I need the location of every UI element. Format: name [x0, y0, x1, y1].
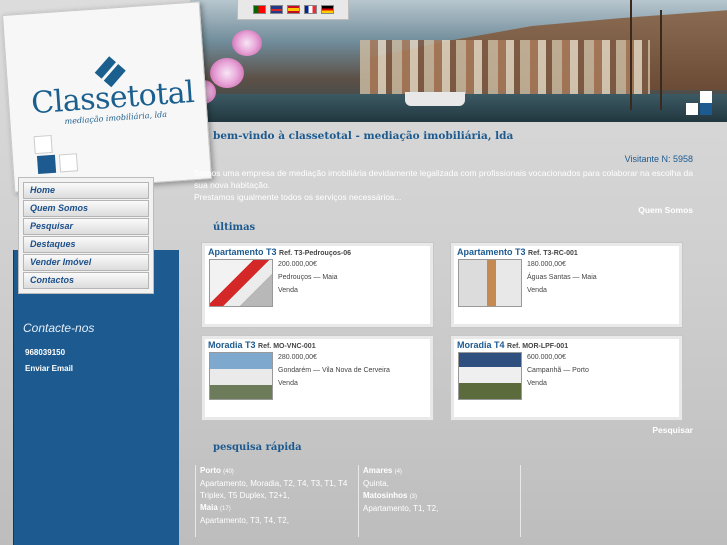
welcome-heading: bem-vindo à classetotal - mediação imobi… — [213, 130, 514, 142]
listing-price: 600.000,00€ — [527, 354, 566, 361]
listing-ref: Ref. MO-VNC-001 — [258, 343, 316, 350]
quem-somos-link[interactable]: Quem Somos — [638, 205, 693, 215]
nav-pesquisar[interactable]: Pesquisar — [23, 218, 149, 235]
nav-contactos[interactable]: Contactos — [23, 272, 149, 289]
nav-destaques[interactable]: Destaques — [23, 236, 149, 253]
flag-germany-icon[interactable] — [320, 5, 334, 14]
intro-line-2: Prestamos igualmente todos os serviços n… — [194, 192, 402, 202]
listing-title[interactable]: Moradia T4 — [457, 340, 505, 350]
listing-status: Venda — [527, 287, 547, 294]
quick-search-count: (40) — [223, 469, 234, 475]
listing-status: Venda — [278, 287, 298, 294]
quick-search-types[interactable]: Quinta, — [363, 478, 513, 490]
quick-search-group: Matosinhos (3) Apartamento, T1, T2, — [363, 490, 513, 515]
ultimas-heading: últimas — [213, 222, 256, 233]
quick-search-city[interactable]: Amares — [363, 466, 392, 475]
listing-photo[interactable] — [209, 259, 273, 307]
quick-search-group: Amares (4) Quinta, — [363, 465, 513, 490]
quick-search-count: (4) — [394, 469, 402, 475]
listing-location: Águas Santas — Maia — [527, 274, 597, 281]
listing-status: Venda — [527, 380, 547, 387]
contact-phone: 968039150 — [25, 348, 66, 357]
listing-title[interactable]: Apartamento T3 — [208, 247, 277, 257]
listing-photo[interactable] — [458, 352, 522, 400]
listing-photo[interactable] — [458, 259, 522, 307]
listing-ref: Ref. T3-Pedrouços-06 — [279, 250, 351, 257]
listing-ref: Ref. T3-RC-001 — [528, 250, 578, 257]
listing-card[interactable]: Apartamento T3 Ref. T3-Pedrouços-06 200.… — [201, 242, 434, 328]
quick-search-city[interactable]: Matosinhos — [363, 491, 407, 500]
language-selector — [237, 0, 349, 20]
listing-status: Venda — [278, 380, 298, 387]
pesquisar-link[interactable]: Pesquisar — [652, 425, 693, 435]
quick-search-types[interactable]: Apartamento, Moradia, T2, T4, T3, T1, T4… — [200, 478, 355, 502]
decor-square — [700, 103, 712, 115]
logo-card[interactable]: Classetotal mediação imobiliária, lda — [2, 1, 212, 193]
decor-square — [36, 154, 57, 174]
flag-portugal-icon[interactable] — [252, 5, 266, 14]
flag-uk-icon[interactable] — [269, 5, 283, 14]
listing-location: Campanhã — Porto — [527, 367, 589, 374]
listing-card[interactable]: Moradia T4 Ref. MOR-LPF-001 600.000,00€ … — [450, 335, 683, 421]
decor-square — [58, 153, 79, 173]
listing-title-wrap: Moradia T3 Ref. MO-VNC-001 — [208, 340, 316, 350]
nav-quem-somos[interactable]: Quem Somos — [23, 200, 149, 217]
quick-search-count: (3) — [409, 494, 418, 500]
flag-spain-icon[interactable] — [286, 5, 300, 14]
quick-search-column: Porto (40) Apartamento, Moradia, T2, T4,… — [200, 465, 355, 527]
pesquisa-rapida-heading: pesquisa rápida — [213, 442, 302, 453]
divider — [358, 465, 359, 537]
flag-france-icon[interactable] — [303, 5, 317, 14]
visitor-counter: Visitante N: 5958 — [624, 154, 693, 164]
intro-text: Somos uma empresa de mediação imobiliári… — [194, 167, 694, 203]
contact-title: Contacte-nos — [23, 321, 95, 335]
main-nav: Home Quem Somos Pesquisar Destaques Vend… — [18, 177, 154, 294]
listing-ref: Ref. MOR-LPF-001 — [507, 343, 569, 350]
listing-title-wrap: Apartamento T3 Ref. T3-Pedrouços-06 — [208, 247, 351, 257]
listing-title[interactable]: Apartamento T3 — [457, 247, 526, 257]
decor-square — [33, 134, 53, 155]
quick-search-city[interactable]: Porto — [200, 466, 221, 475]
listing-price: 180.000,00€ — [527, 261, 566, 268]
quick-search-group: Maia (17) Apartamento, T3, T4, T2, — [200, 502, 355, 527]
listing-photo[interactable] — [209, 352, 273, 400]
divider — [520, 465, 521, 537]
quick-search-group: Porto (40) Apartamento, Moradia, T2, T4,… — [200, 465, 355, 502]
decor-square — [700, 91, 712, 103]
divider — [195, 465, 196, 537]
listing-title[interactable]: Moradia T3 — [208, 340, 256, 350]
listing-card[interactable]: Apartamento T3 Ref. T3-RC-001 180.000,00… — [450, 242, 683, 328]
listing-price: 280.000,00€ — [278, 354, 317, 361]
listing-title-wrap: Moradia T4 Ref. MOR-LPF-001 — [457, 340, 568, 350]
listing-title-wrap: Apartamento T3 Ref. T3-RC-001 — [457, 247, 578, 257]
listing-location: Gondarém — Vila Nova de Cerveira — [278, 367, 390, 374]
listing-card[interactable]: Moradia T3 Ref. MO-VNC-001 280.000,00€ G… — [201, 335, 434, 421]
nav-home[interactable]: Home — [23, 182, 149, 199]
quick-search-city[interactable]: Maia — [200, 503, 218, 512]
listing-price: 200.000,00€ — [278, 261, 317, 268]
decor-square — [686, 103, 698, 115]
quick-search-column: Amares (4) Quinta, Matosinhos (3) Aparta… — [363, 465, 513, 515]
quick-search-count: (17) — [220, 506, 231, 512]
quick-search-types[interactable]: Apartamento, T1, T2, — [363, 503, 513, 515]
quick-search-types[interactable]: Apartamento, T3, T4, T2, — [200, 515, 355, 527]
contact-panel — [13, 250, 179, 545]
nav-vender-imovel[interactable]: Vender Imóvel — [23, 254, 149, 271]
intro-line-1: Somos uma empresa de mediação imobiliári… — [194, 168, 693, 190]
listing-location: Pedrouços — Maia — [278, 274, 338, 281]
send-email-link[interactable]: Enviar Email — [25, 364, 73, 373]
